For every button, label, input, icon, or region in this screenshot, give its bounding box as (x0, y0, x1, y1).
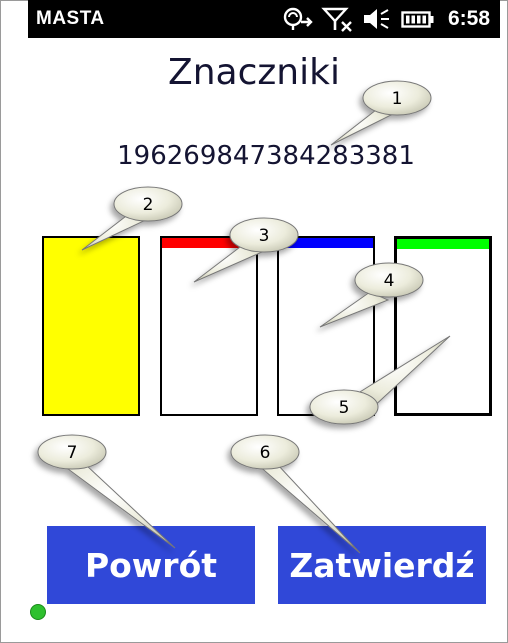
sync-icon[interactable] (281, 6, 315, 32)
status-bar: MASTA 6:58 (28, 0, 500, 38)
marker-slot-yellow[interactable] (42, 236, 140, 416)
marker-slot-green[interactable] (394, 236, 492, 416)
confirm-button[interactable]: Zatwierdź (278, 526, 486, 604)
signal-off-icon[interactable] (321, 6, 355, 32)
marker-slot-blue[interactable] (277, 236, 375, 416)
green-marker-bar (397, 239, 489, 249)
clock: 6:58 (447, 7, 490, 30)
tag-code: 196269847384283381 (117, 141, 415, 171)
status-indicator-dot (30, 604, 46, 620)
back-button[interactable]: Powrót (47, 526, 255, 604)
carrier-label: MASTA (36, 8, 105, 29)
blue-marker-bar (279, 238, 373, 248)
red-marker-bar (162, 238, 256, 248)
page-title: Znaczniki (168, 52, 340, 93)
battery-icon[interactable] (401, 6, 435, 32)
marker-slot-red[interactable] (160, 236, 258, 416)
volume-icon[interactable] (361, 6, 391, 32)
